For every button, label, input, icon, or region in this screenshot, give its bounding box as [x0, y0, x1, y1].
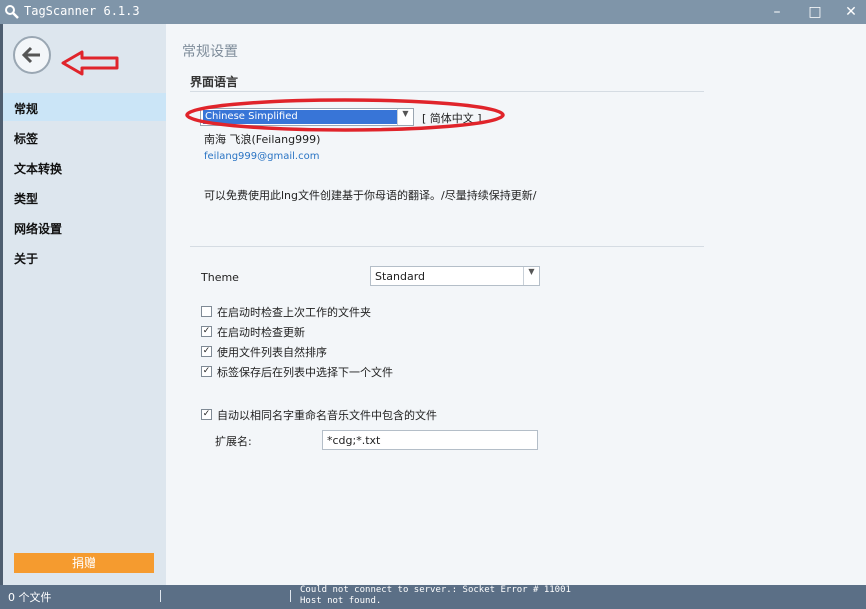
close-button[interactable]: ✕: [836, 0, 866, 24]
checkbox-label: 使用文件列表自然排序: [217, 346, 327, 359]
status-separator: [290, 590, 291, 602]
sidebar-item-label: 标签: [14, 132, 39, 146]
sidebar-item-label: 类型: [14, 192, 39, 206]
checkbox-box: ✓: [201, 366, 212, 377]
checkbox-box: ✓: [201, 409, 212, 420]
sidebar-item-network[interactable]: 网络设置: [3, 213, 166, 241]
sidebar-item-types[interactable]: 类型: [3, 183, 166, 211]
divider: [190, 91, 704, 92]
back-button[interactable]: [13, 36, 51, 74]
annotation-arrow-icon: [61, 50, 119, 76]
checkbox-box: ✓: [201, 326, 212, 337]
status-message-line2: Host not found.: [300, 596, 382, 606]
divider: [190, 246, 704, 247]
sidebar-item-tags[interactable]: 标签: [3, 123, 166, 151]
translation-note: 可以免费使用此lng文件创建基于你母语的翻译。/尽量持续保持更新/: [204, 189, 537, 202]
checkbox-box: ✓: [201, 346, 212, 357]
sidebar: 常规 标签 文本转换 类型 网络设置 关于 捐赠: [3, 24, 166, 585]
checkbox-label: 在启动时检查更新: [217, 326, 305, 339]
sidebar-item-label: 文本转换: [14, 162, 63, 176]
status-message-line1: Could not connect to server.: Socket Err…: [300, 585, 571, 595]
checkbox-box: [201, 306, 212, 317]
theme-select[interactable]: Standard ▼: [370, 266, 540, 286]
status-bar: 0 个文件 Could not connect to server.: Sock…: [0, 585, 866, 609]
arrow-left-icon: [21, 46, 40, 64]
sidebar-item-about[interactable]: 关于: [3, 243, 166, 271]
section-title: 界面语言: [190, 75, 239, 89]
status-separator: [160, 590, 161, 602]
extensions-input[interactable]: *cdg;*.txt: [322, 430, 538, 450]
annotation-ellipse-highlight: [185, 98, 505, 132]
extensions-label: 扩展名:: [215, 435, 252, 448]
minimize-button[interactable]: –: [762, 0, 792, 24]
donate-button[interactable]: 捐赠: [14, 553, 154, 573]
window-title: TagScanner 6.1.3: [24, 4, 140, 18]
maximize-button[interactable]: □: [800, 0, 830, 24]
theme-selected-value: Standard: [375, 270, 426, 283]
checkbox-label: 在启动时检查上次工作的文件夹: [217, 306, 371, 319]
status-message: Could not connect to server.: Socket Err…: [300, 585, 571, 607]
extensions-input-value: *cdg;*.txt: [327, 434, 381, 447]
sidebar-item-text-conversion[interactable]: 文本转换: [3, 153, 166, 181]
title-bar: TagScanner 6.1.3 – □ ✕: [0, 0, 866, 24]
sidebar-item-label: 常规: [14, 102, 39, 116]
checkbox-label: 自动以相同名字重命名音乐文件中包含的文件: [217, 409, 437, 422]
file-count: 0 个文件: [8, 591, 52, 604]
page-title: 常规设置: [182, 44, 238, 60]
checkbox-label: 标签保存后在列表中选择下一个文件: [217, 366, 393, 379]
chevron-down-icon: ▼: [523, 267, 539, 285]
sidebar-item-label: 关于: [14, 252, 39, 266]
sidebar-item-label: 网络设置: [14, 222, 63, 236]
theme-label: Theme: [201, 271, 239, 284]
magnifier-icon: [5, 5, 19, 19]
sidebar-item-general[interactable]: 常规: [3, 93, 166, 121]
translator-name: 南海 飞浪(Feilang999): [204, 133, 321, 146]
translator-email-link[interactable]: feilang999@gmail.com: [204, 151, 319, 162]
